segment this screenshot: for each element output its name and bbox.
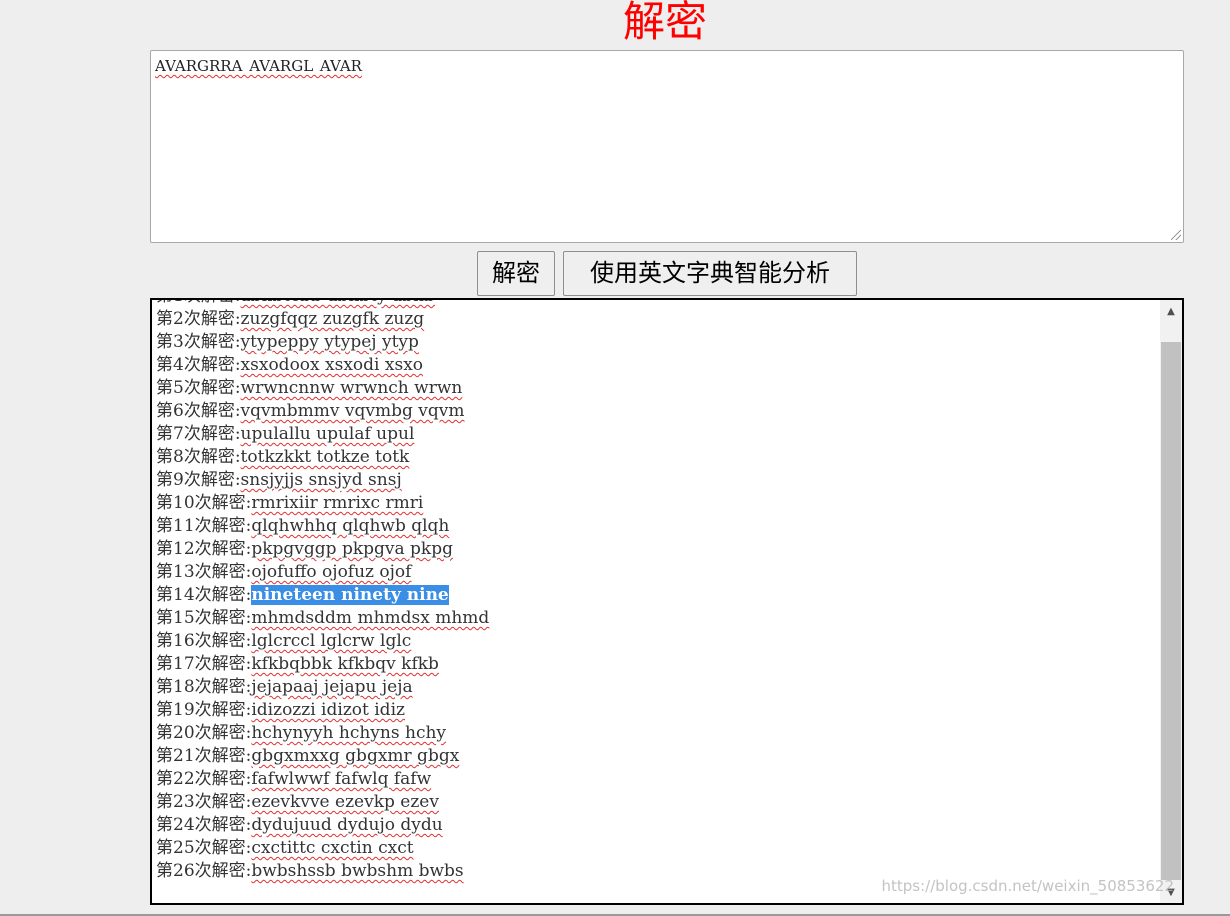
- decrypt-result-text: fafwlwwf fafwlq fafw: [251, 769, 432, 789]
- decrypt-result-prefix: 第22次解密:: [156, 769, 252, 789]
- vertical-scrollbar[interactable]: ▲ ▼: [1160, 300, 1182, 903]
- decrypt-result-line: 第16次解密:lglcrccl lglcrw lglc: [156, 630, 1156, 653]
- decrypt-result-prefix: 第2次解密:: [156, 309, 241, 329]
- decrypt-results-panel[interactable]: 第1次解密:abnbtebb abnbty abnb第2次解密:zuzgfqqz…: [150, 298, 1184, 905]
- decrypt-result-prefix: 第5次解密:: [156, 378, 241, 398]
- decrypt-result-prefix: 第10次解密:: [156, 493, 252, 513]
- decrypt-result-line: 第21次解密:gbgxmxxg gbgxmr gbgx: [156, 745, 1156, 768]
- decrypt-result-text: snsjyjjs snsjyd snsj: [240, 470, 402, 490]
- decrypt-result-prefix: 第13次解密:: [156, 562, 252, 582]
- decrypt-result-prefix: 第9次解密:: [156, 470, 241, 490]
- decrypt-result-text: dydujuud dydujo dydu: [251, 815, 443, 835]
- decrypt-result-prefix: 第25次解密:: [156, 838, 252, 858]
- decrypt-result-text: idizozzi idizot idiz: [251, 700, 405, 720]
- decrypt-result-text: cxctittc cxctin cxct: [251, 838, 414, 858]
- decrypt-button[interactable]: 解密: [477, 251, 555, 296]
- decrypt-result-prefix: 第4次解密:: [156, 355, 241, 375]
- decrypt-result-line: 第17次解密:kfkbqbbk kfkbqv kfkb: [156, 653, 1156, 676]
- decrypt-result-line: 第2次解密:zuzgfqqz zuzgfk zuzg: [156, 308, 1156, 331]
- decrypt-result-line: 第14次解密:nineteen ninety nine: [156, 584, 1156, 607]
- decrypt-result-line: 第9次解密:snsjyjjs snsjyd snsj: [156, 469, 1156, 492]
- decrypt-result-text: mhmdsddm mhmdsx mhmd: [251, 608, 490, 628]
- decrypt-result-prefix: 第26次解密:: [156, 861, 252, 881]
- decrypt-result-text: ezevkvve ezevkp ezev: [251, 792, 439, 812]
- watermark: https://blog.csdn.net/weixin_50853622: [881, 877, 1174, 895]
- decrypt-result-text: upulallu upulaf upul: [240, 424, 415, 444]
- decrypt-result-text: wrwncnnw wrwnch wrwn: [240, 378, 463, 398]
- decrypt-result-prefix: 第11次解密:: [156, 516, 252, 536]
- decrypt-result-prefix: 第21次解密:: [156, 746, 252, 766]
- decrypt-result-prefix: 第8次解密:: [156, 447, 241, 467]
- decrypt-result-line: 第3次解密:ytypeppy ytypej ytyp: [156, 331, 1156, 354]
- decrypt-result-text: jejapaaj jejapu jeja: [251, 677, 413, 697]
- decrypt-result-text: abnbtebb abnbty abnb: [241, 300, 435, 306]
- decrypt-result-text: hchynyyh hchyns hchy: [251, 723, 447, 743]
- decrypt-result-prefix: 第18次解密:: [156, 677, 252, 697]
- decrypt-result-prefix: 第24次解密:: [156, 815, 252, 835]
- decrypt-result-prefix: 第12次解密:: [156, 539, 252, 559]
- decrypt-result-line: 第23次解密:ezevkvve ezevkp ezev: [156, 791, 1156, 814]
- decrypt-result-text: rmrixiir rmrixc rmri: [251, 493, 424, 513]
- decrypt-result-prefix: 第7次解密:: [156, 424, 241, 444]
- decrypt-result-prefix: 第20次解密:: [156, 723, 252, 743]
- decrypt-result-line: 第12次解密:pkpgvggp pkpgva pkpg: [156, 538, 1156, 561]
- decrypt-result-line: 第1次解密:abnbtebb abnbty abnb: [156, 300, 1156, 308]
- decrypt-results-list: 第1次解密:abnbtebb abnbty abnb第2次解密:zuzgfqqz…: [156, 300, 1156, 883]
- decrypt-result-text: zuzgfqqz zuzgfk zuzg: [240, 309, 425, 329]
- ciphertext-value: AVARGRRA AVARGL AVAR: [155, 57, 362, 75]
- decrypt-result-text: bwbshssb bwbshm bwbs: [251, 861, 464, 881]
- decrypt-result-text: xsxodoox xsxodi xsxo: [240, 355, 424, 375]
- ciphertext-textarea[interactable]: AVARGRRA AVARGL AVAR: [150, 50, 1184, 243]
- decrypt-result-prefix: 第14次解密:: [156, 585, 252, 605]
- scrollbar-thumb[interactable]: [1161, 342, 1181, 880]
- decrypt-result-line: 第5次解密:wrwncnnw wrwnch wrwn: [156, 377, 1156, 400]
- decrypt-result-text: pkpgvggp pkpgva pkpg: [251, 539, 454, 559]
- dictionary-analyze-button[interactable]: 使用英文字典智能分析: [563, 251, 857, 296]
- decrypt-result-text: ytypeppy ytypej ytyp: [240, 332, 419, 352]
- decrypt-result-line: 第8次解密:totkzkkt totkze totk: [156, 446, 1156, 469]
- decrypt-result-prefix: 第23次解密:: [156, 792, 252, 812]
- decrypt-result-prefix: 第15次解密:: [156, 608, 252, 628]
- resize-grip-icon[interactable]: [1171, 230, 1181, 240]
- decrypt-result-line: 第10次解密:rmrixiir rmrixc rmri: [156, 492, 1156, 515]
- decrypt-result-line: 第4次解密:xsxodoox xsxodi xsxo: [156, 354, 1156, 377]
- decrypt-result-line: 第25次解密:cxctittc cxctin cxct: [156, 837, 1156, 860]
- selected-decrypt-text: nineteen ninety nine: [251, 585, 449, 605]
- decrypt-result-text: kfkbqbbk kfkbqv kfkb: [251, 654, 439, 674]
- decrypt-result-line: 第6次解密:vqvmbmmv vqvmbg vqvm: [156, 400, 1156, 423]
- decrypt-result-prefix: 第19次解密:: [156, 700, 252, 720]
- decrypt-result-line: 第7次解密:upulallu upulaf upul: [156, 423, 1156, 446]
- decrypt-result-text: vqvmbmmv vqvmbg vqvm: [240, 401, 465, 421]
- decrypt-result-line: 第18次解密:jejapaaj jejapu jeja: [156, 676, 1156, 699]
- page-title: 解密: [622, 0, 707, 46]
- decrypt-result-prefix: 第17次解密:: [156, 654, 252, 674]
- decrypt-result-text: ojofuffo ojofuz ojof: [251, 562, 412, 582]
- decrypt-result-text: gbgxmxxg gbgxmr gbgx: [251, 746, 460, 766]
- scroll-up-arrow-icon[interactable]: ▲: [1160, 300, 1182, 322]
- decrypt-result-text: qlqhwhhq qlqhwb qlqh: [251, 516, 450, 536]
- decrypt-result-line: 第22次解密:fafwlwwf fafwlq fafw: [156, 768, 1156, 791]
- decrypt-result-line: 第20次解密:hchynyyh hchyns hchy: [156, 722, 1156, 745]
- decrypt-result-text: totkzkkt totkze totk: [240, 447, 410, 467]
- decrypt-result-prefix: 第1次解密:: [156, 300, 241, 306]
- decrypt-result-prefix: 第3次解密:: [156, 332, 241, 352]
- decrypt-result-prefix: 第6次解密:: [156, 401, 241, 421]
- decrypt-result-line: 第19次解密:idizozzi idizot idiz: [156, 699, 1156, 722]
- decrypt-result-line: 第13次解密:ojofuffo ojofuz ojof: [156, 561, 1156, 584]
- decrypt-result-line: 第24次解密:dydujuud dydujo dydu: [156, 814, 1156, 837]
- decrypt-result-text: lglcrccl lglcrw lglc: [251, 631, 412, 651]
- decrypt-result-line: 第11次解密:qlqhwhhq qlqhwb qlqh: [156, 515, 1156, 538]
- decrypt-result-prefix: 第16次解密:: [156, 631, 252, 651]
- decrypt-result-line: 第15次解密:mhmdsddm mhmdsx mhmd: [156, 607, 1156, 630]
